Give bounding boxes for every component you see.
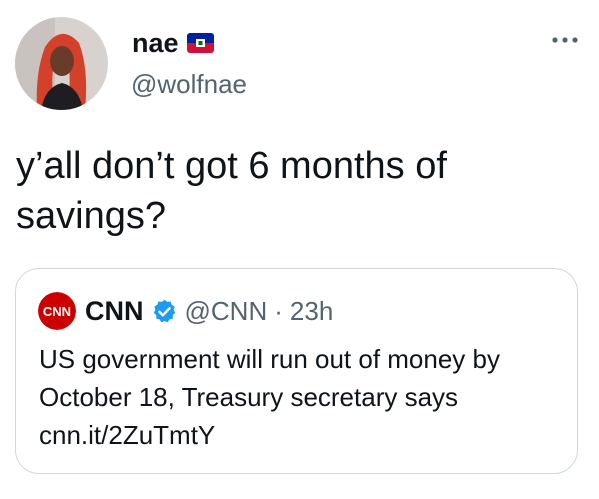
quote-tweet-card[interactable]: CNN CNN @CNN · 23h US government will ru… xyxy=(15,268,578,474)
quote-text-line-1: US government will run out of money by xyxy=(39,344,500,374)
cnn-logo-text: CNN xyxy=(43,304,71,319)
avatar[interactable] xyxy=(15,17,108,110)
display-name[interactable]: nae xyxy=(132,28,179,58)
display-name-row: nae xyxy=(132,28,214,58)
quote-timestamp[interactable]: 23h xyxy=(290,294,333,328)
quote-author-handle[interactable]: @CNN xyxy=(185,294,268,328)
quote-header: CNN CNN @CNN · 23h xyxy=(38,292,333,330)
quote-link[interactable]: cnn.it/2ZuTmtY xyxy=(39,416,569,454)
haiti-flag-icon xyxy=(186,33,214,53)
user-handle[interactable]: @wolfnae xyxy=(131,69,247,99)
quote-text: US government will run out of money by O… xyxy=(39,340,569,454)
quote-text-line-2: October 18, Treasury secretary says xyxy=(39,382,459,412)
tweet-text: y’all don’t got 6 months of savings? xyxy=(16,145,447,237)
verified-badge-icon xyxy=(151,298,178,325)
cnn-logo-icon: CNN xyxy=(38,292,76,330)
separator-dot: · xyxy=(274,296,283,326)
quote-author-name[interactable]: CNN xyxy=(85,294,144,328)
tweet: nae @wolfnae y’all don’t got 6 months of… xyxy=(0,0,599,499)
more-options-icon[interactable] xyxy=(548,28,582,52)
